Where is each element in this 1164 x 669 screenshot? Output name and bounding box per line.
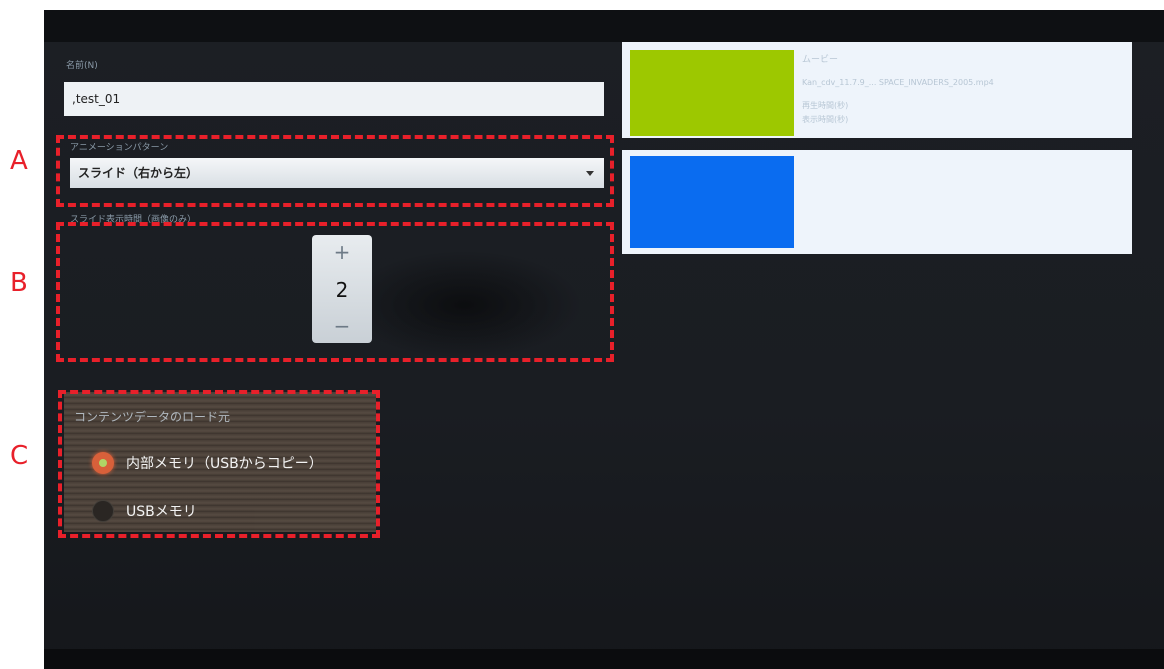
- annotation-label-c: C: [10, 441, 29, 471]
- media-line-3: 表示時間(秒): [802, 115, 849, 124]
- name-input[interactable]: ,test_01: [64, 82, 604, 116]
- name-label: 名前(N): [66, 61, 98, 71]
- media-title: ムービー: [802, 55, 839, 65]
- media-thumbnail: [630, 50, 794, 136]
- annotation-label-a: A: [10, 146, 28, 176]
- annotation-box-b: [56, 222, 614, 362]
- bottom-bar: [44, 649, 1164, 669]
- annotation-box-a: [56, 135, 614, 207]
- tv-screen: 名前(N) ,test_01 アニメーションパターン スライド（右から左） スラ…: [44, 10, 1164, 669]
- annotation-label-b: B: [10, 268, 28, 298]
- top-bar: [44, 10, 1164, 42]
- media-file: Kan_cdv_11.7.9_... SPACE_INVADERS_2005.m…: [802, 78, 994, 87]
- media-line-2: 再生時間(秒): [802, 101, 849, 110]
- media-item[interactable]: ムービー Kan_cdv_11.7.9_... SPACE_INVADERS_2…: [622, 42, 1132, 138]
- media-thumbnail: [630, 156, 794, 248]
- media-item[interactable]: [622, 150, 1132, 254]
- annotation-box-c: [58, 390, 380, 538]
